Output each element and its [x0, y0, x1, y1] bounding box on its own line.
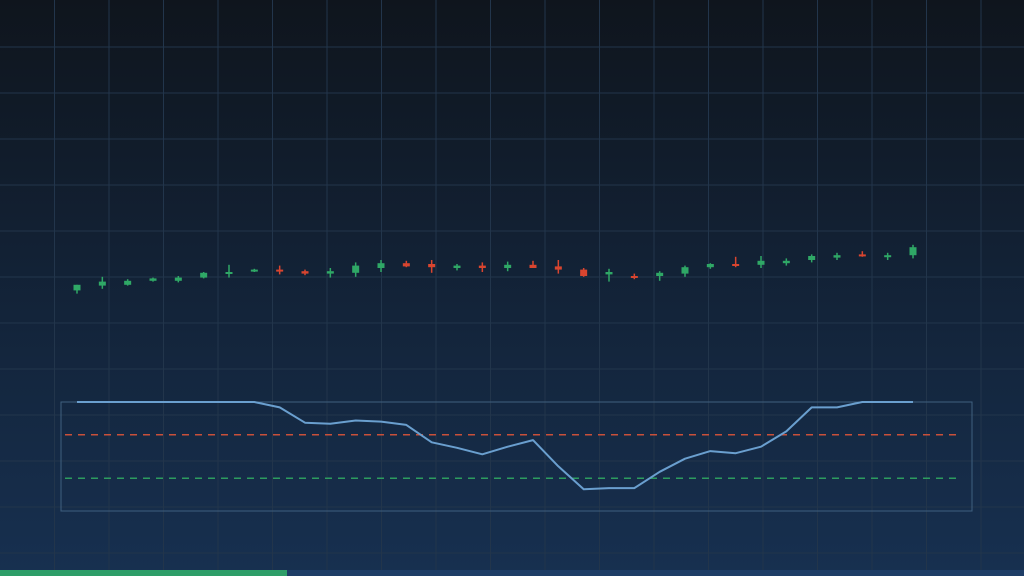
- oscillator-reference-lines: [65, 433, 960, 480]
- candle: [149, 277, 157, 282]
- candle-body: [808, 256, 816, 260]
- candle: [554, 260, 562, 274]
- candle-body: [833, 255, 841, 258]
- candle-body: [605, 272, 613, 275]
- candle-body: [757, 260, 765, 265]
- candle-body: [174, 277, 182, 281]
- candle: [833, 252, 841, 260]
- candle-body: [656, 272, 664, 276]
- candle-body: [377, 263, 385, 268]
- candle-body: [73, 284, 81, 291]
- candle-body: [909, 247, 917, 256]
- candle: [808, 254, 816, 263]
- candle: [98, 276, 106, 289]
- candle: [250, 268, 258, 272]
- candle: [504, 261, 512, 272]
- candle: [529, 260, 537, 268]
- candle: [706, 263, 714, 269]
- candle: [200, 272, 208, 279]
- candle-body: [453, 265, 461, 268]
- candle-body: [681, 267, 689, 274]
- candle-body: [554, 266, 562, 270]
- candle: [453, 264, 461, 271]
- candle: [124, 279, 132, 286]
- candle-body: [326, 271, 334, 274]
- candle-body: [276, 269, 284, 272]
- candle-body: [428, 264, 436, 268]
- candle-body: [630, 276, 638, 278]
- candle-body: [200, 272, 208, 278]
- candle: [377, 260, 385, 272]
- candle-body: [580, 269, 588, 276]
- candle: [428, 260, 436, 273]
- candle-body: [402, 263, 410, 267]
- candle: [782, 258, 790, 266]
- candle-body: [858, 254, 866, 257]
- candle-body: [706, 264, 714, 268]
- candle: [352, 262, 360, 277]
- candle-body: [225, 272, 233, 274]
- candle-body: [250, 269, 258, 272]
- candle: [225, 264, 233, 278]
- candle-body: [478, 265, 486, 268]
- candle: [909, 244, 917, 259]
- candle: [630, 273, 638, 280]
- candle: [884, 252, 892, 260]
- candle-body: [504, 264, 512, 268]
- candle-body: [732, 264, 740, 266]
- candle-body: [124, 280, 132, 285]
- candle-body: [884, 255, 892, 258]
- candle-body: [529, 264, 537, 268]
- chart-canvas: [0, 0, 1024, 576]
- candlestick-series: [73, 244, 917, 294]
- candle: [276, 265, 284, 275]
- candle-body: [782, 260, 790, 264]
- candle: [326, 268, 334, 278]
- candle: [402, 260, 410, 268]
- candle-body: [301, 271, 309, 274]
- progress-fill: [0, 570, 287, 576]
- candle: [681, 265, 689, 277]
- candle-body: [149, 278, 157, 281]
- candle: [605, 268, 613, 282]
- candle: [478, 262, 486, 272]
- candle: [73, 284, 81, 294]
- candle: [732, 256, 740, 268]
- candle: [580, 268, 588, 277]
- chart-grid: [0, 0, 1024, 576]
- oscillator-panel: [60, 401, 973, 512]
- candle-body: [352, 265, 360, 273]
- progress-bar: [0, 570, 1024, 576]
- candle-body: [98, 281, 106, 286]
- candle: [656, 271, 664, 281]
- candle: [858, 251, 866, 257]
- candle: [301, 269, 309, 276]
